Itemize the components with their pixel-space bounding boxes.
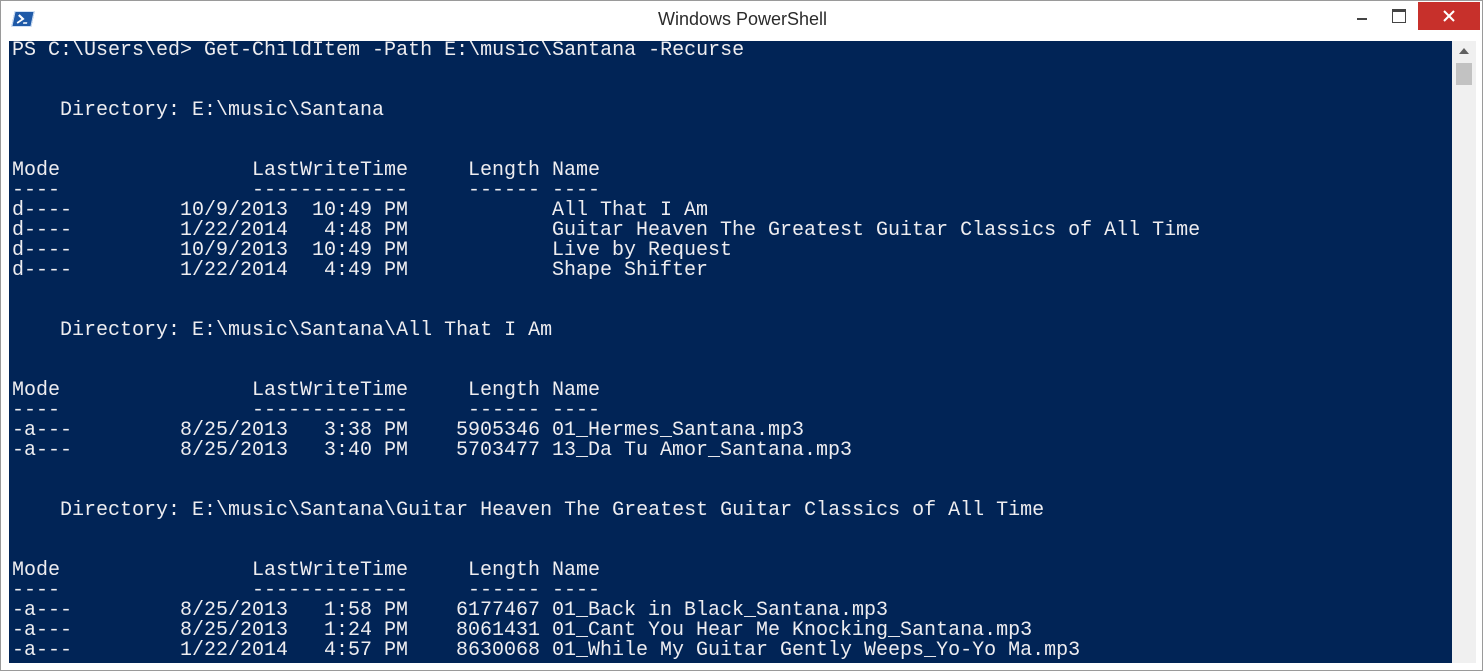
entry-time: 1:24 PM: [324, 619, 409, 642]
header-name: Name: [552, 559, 601, 582]
rule-name: ----: [552, 179, 601, 202]
header-name: Name: [552, 159, 601, 182]
entry-time: 3:38 PM: [324, 419, 409, 442]
header-name: Name: [552, 379, 601, 402]
rule-lastwritetime: -------------: [252, 399, 409, 422]
rule-lastwritetime: -------------: [252, 179, 409, 202]
entry-mode: -a---: [12, 439, 73, 462]
entry-name: Live by Request: [552, 239, 733, 262]
entry-date: 10/9/2013: [180, 199, 289, 222]
entry-name: 01_Back in Black_Santana.mp3: [552, 599, 889, 622]
header-mode: Mode: [12, 159, 61, 182]
entry-time: 1:58 PM: [324, 599, 409, 622]
entry-time: 3:40 PM: [324, 439, 409, 462]
title-bar[interactable]: Windows PowerShell: [1, 1, 1482, 41]
entry-time: 4:49 PM: [324, 259, 409, 282]
command-prompt-line: PS C:\Users\ed> Get-ChildItem -Path E:\m…: [12, 41, 745, 62]
rule-name: ----: [552, 399, 601, 422]
entry-length: 8630068: [456, 639, 541, 662]
minimize-button[interactable]: [1349, 3, 1375, 29]
entry-length: 6177467: [456, 599, 541, 622]
header-length: Length: [468, 159, 541, 182]
entry-date: 8/25/2013: [180, 619, 289, 642]
entry-date: 1/22/2014: [180, 639, 289, 662]
entry-mode: d----: [12, 239, 73, 262]
entry-mode: -a---: [12, 639, 73, 662]
rule-name: ----: [552, 579, 601, 602]
header-lastwritetime: LastWriteTime: [252, 379, 409, 402]
header-length: Length: [468, 379, 541, 402]
entry-time: 10:49 PM: [312, 199, 409, 222]
entry-length: 8061431: [456, 619, 541, 642]
rule-mode: ----: [12, 399, 61, 422]
entry-name: 01_While My Guitar Gently Weeps_Yo-Yo Ma…: [552, 639, 1081, 662]
entry-length: 5905346: [456, 419, 541, 442]
entry-time: 4:48 PM: [324, 219, 409, 242]
entry-name: 13_Da Tu Amor_Santana.mp3: [552, 439, 853, 462]
close-icon: [1443, 10, 1455, 22]
rule-lastwritetime: -------------: [252, 579, 409, 602]
entry-time: 4:57 PM: [324, 639, 409, 662]
entry-name: 01_Hermes_Santana.mp3: [552, 419, 805, 442]
entry-date: 8/25/2013: [180, 599, 289, 622]
directory-heading: Directory: E:\music\Santana: [12, 99, 385, 122]
vertical-scrollbar[interactable]: [1452, 41, 1476, 663]
entry-date: 10/9/2013: [180, 239, 289, 262]
scroll-thumb[interactable]: [1456, 63, 1472, 85]
rule-mode: ----: [12, 179, 61, 202]
console-output[interactable]: PS C:\Users\ed> Get-ChildItem -Path E:\m…: [9, 41, 1452, 663]
entry-name: All That I Am: [552, 199, 709, 222]
entry-name: Guitar Heaven The Greatest Guitar Classi…: [552, 219, 1201, 242]
close-button[interactable]: [1418, 2, 1480, 30]
header-lastwritetime: LastWriteTime: [252, 559, 409, 582]
header-mode: Mode: [12, 559, 61, 582]
entry-mode: d----: [12, 219, 73, 242]
maximize-button[interactable]: [1386, 3, 1412, 29]
rule-length: ------: [468, 399, 541, 422]
entry-mode: -a---: [12, 419, 73, 442]
entry-mode: d----: [12, 259, 73, 282]
header-lastwritetime: LastWriteTime: [252, 159, 409, 182]
window-title: Windows PowerShell: [657, 9, 828, 29]
header-length: Length: [468, 559, 541, 582]
directory-heading: Directory: E:\music\Santana\Guitar Heave…: [12, 499, 1045, 522]
rule-length: ------: [468, 579, 541, 602]
entry-time: 10:49 PM: [312, 239, 409, 262]
entry-length: 5703477: [456, 439, 541, 462]
rule-length: ------: [468, 179, 541, 202]
entry-name: 01_Cant You Hear Me Knocking_Santana.mp3: [552, 619, 1033, 642]
entry-date: 8/25/2013: [180, 439, 289, 462]
entry-date: 1/22/2014: [180, 219, 289, 242]
entry-mode: -a---: [12, 599, 73, 622]
scroll-up-arrow-icon[interactable]: [1452, 41, 1476, 61]
entry-date: 1/22/2014: [180, 259, 289, 282]
directory-heading: Directory: E:\music\Santana\All That I A…: [12, 319, 553, 342]
entry-mode: d----: [12, 199, 73, 222]
entry-mode: -a---: [12, 619, 73, 642]
entry-name: Shape Shifter: [552, 259, 709, 282]
powershell-window: Windows PowerShell PS C:\Users\ed> Get-C…: [0, 0, 1483, 671]
entry-date: 8/25/2013: [180, 419, 289, 442]
header-mode: Mode: [12, 379, 61, 402]
rule-mode: ----: [12, 579, 61, 602]
